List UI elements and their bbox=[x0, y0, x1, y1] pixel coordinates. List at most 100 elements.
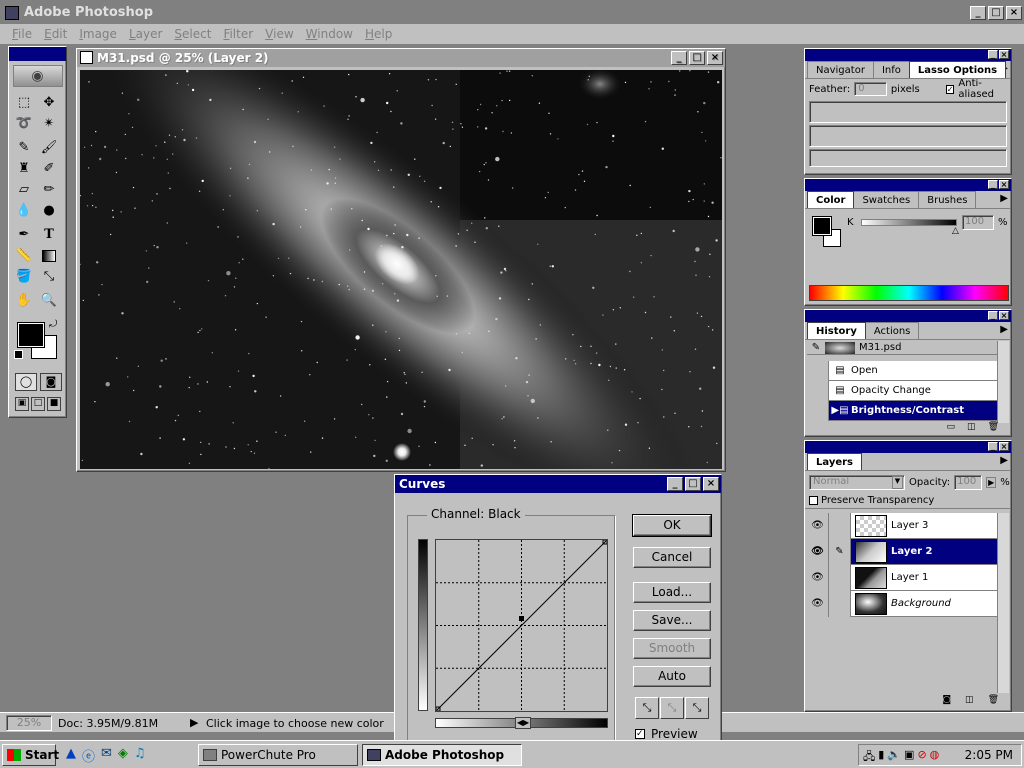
foreground-color-swatch[interactable] bbox=[17, 322, 45, 348]
preserve-transparency-checkbox[interactable] bbox=[809, 496, 818, 505]
tab-info[interactable]: Info bbox=[872, 61, 910, 78]
history-snapshot[interactable]: ✎ M31.psd bbox=[807, 341, 997, 355]
dodge-icon[interactable]: ● bbox=[38, 201, 60, 221]
tray-app-icon[interactable]: ♫ bbox=[134, 746, 146, 765]
paintbrush-icon[interactable]: 🖌 bbox=[38, 138, 60, 158]
layer-link-slot[interactable] bbox=[829, 564, 851, 591]
layer-row-1[interactable]: 👁 Layer 1 bbox=[807, 564, 997, 591]
tab-layers[interactable]: Layers bbox=[807, 453, 862, 470]
opacity-arrow[interactable]: ▶ bbox=[986, 476, 997, 488]
black-eyedropper-icon[interactable]: ⤡ bbox=[635, 697, 659, 719]
color-menu-arrow[interactable]: ▶ bbox=[1000, 193, 1008, 204]
desktop-icon[interactable]: ▲ bbox=[66, 746, 76, 765]
trash-icon[interactable]: 🗑 bbox=[988, 422, 999, 434]
tab-lasso-options[interactable]: Lasso Options bbox=[908, 61, 1007, 78]
visibility-eye-icon[interactable]: 👁 bbox=[807, 538, 829, 565]
tab-color[interactable]: Color bbox=[807, 191, 855, 208]
layers-minimize-button[interactable]: _ bbox=[988, 442, 998, 451]
type-icon[interactable]: T bbox=[38, 225, 60, 245]
history-scrollbar[interactable] bbox=[997, 341, 1009, 423]
clock-app-icon[interactable]: ◍ bbox=[930, 748, 940, 767]
doc-minimize-button[interactable]: _ bbox=[671, 51, 687, 65]
pen-icon[interactable]: ✒ bbox=[13, 225, 35, 245]
gradient-direction-toggle[interactable]: ◀▶ bbox=[515, 717, 531, 729]
screen-mode-full-menu-icon[interactable]: □ bbox=[31, 397, 45, 411]
task-powerchute[interactable]: PowerChute Pro Server bbox=[198, 744, 358, 766]
layers-scrollbar[interactable] bbox=[997, 513, 1009, 693]
history-item-opacity[interactable]: ▤ Opacity Change bbox=[807, 380, 997, 401]
layers-menu-arrow[interactable]: ▶ bbox=[1000, 455, 1008, 466]
curves-graph[interactable] bbox=[435, 539, 608, 712]
menu-file[interactable]: File bbox=[6, 27, 38, 41]
doc-maximize-button[interactable]: □ bbox=[689, 51, 705, 65]
options-close-button[interactable]: × bbox=[999, 50, 1009, 59]
clock[interactable]: 2:05 PM bbox=[965, 748, 1013, 762]
minimize-button[interactable]: _ bbox=[970, 6, 986, 20]
menu-help[interactable]: Help bbox=[359, 27, 398, 41]
paint-bucket-icon[interactable]: 🪣 bbox=[13, 267, 35, 287]
layer-row-3[interactable]: 👁 Layer 3 bbox=[807, 513, 997, 539]
lasso-icon[interactable]: ➰ bbox=[13, 114, 35, 134]
menu-view[interactable]: View bbox=[259, 27, 299, 41]
channels-icon[interactable]: ◈ bbox=[118, 746, 128, 765]
layer-mask-icon[interactable]: ◙ bbox=[942, 695, 951, 709]
preview-checkbox[interactable]: ✓ bbox=[635, 729, 645, 739]
auto-button[interactable]: Auto bbox=[633, 666, 711, 687]
gray-eyedropper-icon[interactable]: ⤡ bbox=[660, 697, 684, 719]
visibility-eye-icon[interactable]: 👁 bbox=[807, 590, 829, 617]
curves-close-button[interactable]: × bbox=[703, 477, 719, 491]
canvas-image[interactable] bbox=[80, 70, 722, 469]
marquee-icon[interactable]: ⬚ bbox=[13, 93, 35, 113]
screen-mode-standard-icon[interactable]: ▣ bbox=[15, 397, 29, 411]
airbrush-icon[interactable]: ✎ bbox=[13, 138, 35, 158]
curves-minimize-button[interactable]: _ bbox=[667, 477, 683, 491]
new-snapshot-icon[interactable]: ◫ bbox=[967, 422, 976, 434]
quick-mask-icon[interactable]: ◙ bbox=[40, 373, 62, 391]
magic-wand-icon[interactable]: ✴ bbox=[38, 114, 60, 134]
layer-row-2[interactable]: 👁 ✎ Layer 2 bbox=[807, 538, 997, 565]
history-menu-arrow[interactable]: ▶ bbox=[1000, 324, 1008, 335]
new-document-icon[interactable]: ▭ bbox=[947, 422, 956, 434]
toolbox-title[interactable] bbox=[9, 47, 66, 61]
display-icon[interactable]: ▣ bbox=[904, 748, 914, 767]
blend-mode-select[interactable]: Normal ▼ bbox=[809, 474, 905, 490]
zoom-field[interactable]: 25% bbox=[6, 715, 52, 731]
menu-window[interactable]: Window bbox=[300, 27, 359, 41]
start-button[interactable]: Start bbox=[2, 744, 59, 766]
rubber-stamp-icon[interactable]: ♜ bbox=[13, 159, 35, 179]
battery-icon[interactable]: ▮ bbox=[878, 748, 884, 767]
measure-icon[interactable]: 📏 bbox=[13, 246, 35, 266]
task-photoshop[interactable]: Adobe Photoshop bbox=[362, 744, 522, 766]
doc-close-button[interactable]: × bbox=[707, 51, 723, 65]
color-palette-title[interactable]: _ × bbox=[805, 179, 1011, 191]
history-brush-icon[interactable]: ✐ bbox=[38, 159, 60, 179]
curves-title-bar[interactable]: Curves _ □ × bbox=[395, 475, 721, 493]
curves-maximize-button[interactable]: □ bbox=[685, 477, 701, 491]
load-button[interactable]: Load... bbox=[633, 582, 711, 603]
k-slider-thumb[interactable]: △ bbox=[952, 226, 959, 236]
color-fg-swatch[interactable] bbox=[812, 216, 832, 236]
adobe-eye-icon[interactable]: ◉ bbox=[12, 65, 63, 87]
k-slider[interactable] bbox=[861, 219, 957, 226]
volume-icon[interactable]: 🔈 bbox=[887, 748, 901, 767]
standard-mode-icon[interactable]: ◯ bbox=[15, 373, 37, 391]
history-item-brightness[interactable]: ▶▤ Brightness/Contrast bbox=[807, 400, 997, 421]
tab-swatches[interactable]: Swatches bbox=[853, 191, 920, 208]
hand-icon[interactable]: ✋ bbox=[13, 291, 35, 311]
visibility-eye-icon[interactable]: 👁 bbox=[807, 513, 829, 539]
cancel-button[interactable]: Cancel bbox=[633, 547, 711, 568]
move-icon[interactable]: ✥ bbox=[38, 93, 60, 113]
layers-close-button[interactable]: × bbox=[999, 442, 1009, 451]
new-layer-icon[interactable]: ◫ bbox=[965, 695, 974, 709]
antialias-checkbox[interactable]: ✓ bbox=[945, 84, 955, 94]
layers-palette-title[interactable]: _ × bbox=[805, 441, 1011, 453]
opacity-input[interactable]: 100 bbox=[954, 474, 983, 490]
color-close-button[interactable]: × bbox=[999, 180, 1009, 189]
paintbrush-active-icon[interactable]: ✎ bbox=[829, 538, 851, 565]
options-minimize-button[interactable]: _ bbox=[988, 50, 998, 59]
gradient-icon[interactable] bbox=[38, 246, 60, 266]
app-title-bar[interactable]: Adobe Photoshop _ □ × bbox=[0, 0, 1024, 26]
layer-row-background[interactable]: 👁 Background bbox=[807, 590, 997, 617]
visibility-eye-icon[interactable]: 👁 bbox=[807, 564, 829, 591]
tab-actions[interactable]: Actions bbox=[864, 322, 920, 339]
